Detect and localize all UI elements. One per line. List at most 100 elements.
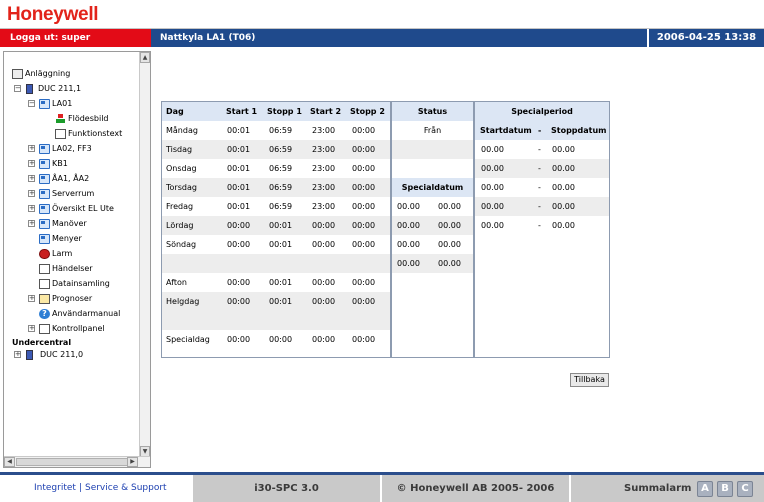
start2-cell[interactable]: 00:00	[312, 235, 335, 254]
tree-horizontal-scrollbar[interactable]: ◀ ▶	[4, 456, 150, 467]
stopp1-cell[interactable]: 00:00	[269, 330, 292, 349]
tree-item-handelser[interactable]: Händelser	[39, 263, 139, 275]
tree-item-menyer[interactable]: Menyer	[39, 233, 139, 245]
special-period-cell[interactable]: 00.00	[481, 140, 504, 159]
tree-item-kontrollpanel[interactable]: + Kontrollpanel	[28, 323, 138, 335]
start1-cell[interactable]: 00:00	[227, 273, 250, 292]
tree-item-serverrum[interactable]: + Serverrum	[28, 188, 138, 200]
start1-cell[interactable]: 00:01	[227, 159, 250, 178]
special-period-cell[interactable]: 00.00	[481, 216, 504, 235]
alarm-class-a-button[interactable]: A	[697, 481, 713, 497]
tree-item-duc-211-1[interactable]: − DUC 211,1	[14, 83, 134, 95]
start1-cell[interactable]: 00:01	[227, 121, 250, 140]
stopp1-cell[interactable]: 06:59	[269, 159, 292, 178]
start1-cell[interactable]: 00:00	[227, 216, 250, 235]
special-date-cell[interactable]: 00.00	[397, 216, 420, 235]
special-date-cell[interactable]: 00.00	[438, 235, 461, 254]
stopp1-cell[interactable]: 00:01	[269, 273, 292, 292]
logout-button[interactable]: Logga ut: super	[0, 29, 151, 47]
special-date-cell[interactable]: 00.00	[438, 254, 461, 273]
scroll-right-icon[interactable]: ▶	[127, 457, 138, 467]
expand-icon[interactable]: +	[28, 145, 35, 152]
collapse-icon[interactable]: −	[28, 100, 35, 107]
tree-item-la02-ff3[interactable]: + LA02, FF3	[28, 143, 138, 155]
special-date-cell[interactable]: 00.00	[397, 254, 420, 273]
collapse-icon[interactable]: −	[14, 85, 21, 92]
expand-icon[interactable]: +	[28, 190, 35, 197]
stopp2-cell[interactable]: 00:00	[352, 235, 375, 254]
tree-item-duc-211-0[interactable]: + DUC 211,0	[14, 349, 134, 361]
start1-cell[interactable]: 00:01	[227, 178, 250, 197]
service-support-link[interactable]: Service & Support	[85, 483, 167, 493]
integrity-link[interactable]: Integritet	[34, 483, 76, 493]
stopp2-cell[interactable]: 00:00	[352, 121, 375, 140]
stopp2-cell[interactable]: 00:00	[352, 292, 375, 311]
tree-item-flodesbild[interactable]: Flödesbild	[55, 113, 140, 125]
tree-item-oversikt-el-ute[interactable]: + Översikt EL Ute	[28, 203, 138, 215]
tree-item-aa1-aa2[interactable]: + ÅA1, ÅA2	[28, 173, 138, 185]
scroll-thumb[interactable]	[16, 458, 133, 466]
special-period-cell[interactable]: 00.00	[552, 216, 575, 235]
special-date-cell[interactable]: 00.00	[397, 235, 420, 254]
special-period-cell[interactable]: 00.00	[552, 140, 575, 159]
stopp2-cell[interactable]: 00:00	[352, 197, 375, 216]
stopp1-cell[interactable]: 06:59	[269, 197, 292, 216]
special-date-cell[interactable]: 00.00	[438, 216, 461, 235]
expand-icon[interactable]: +	[28, 175, 35, 182]
tree-item-manover[interactable]: + Manöver	[28, 218, 138, 230]
start2-cell[interactable]: 00:00	[312, 216, 335, 235]
stopp2-cell[interactable]: 00:00	[352, 159, 375, 178]
special-period-cell[interactable]: 00.00	[552, 197, 575, 216]
special-period-cell[interactable]: 00.00	[552, 178, 575, 197]
stopp1-cell[interactable]: 00:01	[269, 292, 292, 311]
tree-item-larm[interactable]: Larm	[39, 248, 139, 260]
expand-icon[interactable]: +	[28, 220, 35, 227]
expand-icon[interactable]: +	[28, 295, 35, 302]
tree-item-prognoser[interactable]: + Prognoser	[28, 293, 138, 305]
tree-item-root[interactable]: Anläggning	[12, 68, 132, 80]
tree-item-kb1[interactable]: + KB1	[28, 158, 138, 170]
start2-cell[interactable]: 00:00	[312, 273, 335, 292]
tree-vertical-scrollbar[interactable]: ▲ ▼	[139, 52, 150, 457]
tree-item-datainsamling[interactable]: Datainsamling	[39, 278, 139, 290]
expand-icon[interactable]: +	[28, 325, 35, 332]
start2-cell[interactable]: 23:00	[312, 178, 335, 197]
special-period-cell[interactable]: 00.00	[481, 197, 504, 216]
stopp2-cell[interactable]: 00:00	[352, 330, 375, 349]
stopp2-cell[interactable]: 00:00	[352, 273, 375, 292]
back-button[interactable]: Tillbaka	[570, 373, 609, 387]
alarm-class-b-button[interactable]: B	[717, 481, 733, 497]
alarm-class-c-button[interactable]: C	[737, 481, 753, 497]
special-period-cell[interactable]: 00.00	[481, 159, 504, 178]
stopp1-cell[interactable]: 06:59	[269, 178, 292, 197]
start1-cell[interactable]: 00:01	[227, 140, 250, 159]
stopp1-cell[interactable]: 00:01	[269, 216, 292, 235]
start1-cell[interactable]: 00:00	[227, 235, 250, 254]
tree-item-funktionstext[interactable]: Funktionstext	[55, 128, 140, 140]
tree-item-la01[interactable]: − LA01	[28, 98, 138, 110]
stopp1-cell[interactable]: 06:59	[269, 121, 292, 140]
stopp2-cell[interactable]: 00:00	[352, 140, 375, 159]
special-date-cell[interactable]: 00.00	[438, 197, 461, 216]
scroll-up-icon[interactable]: ▲	[140, 52, 150, 63]
stopp1-cell[interactable]: 00:01	[269, 235, 292, 254]
tree-item-anvandarmanual[interactable]: ? Användarmanual	[39, 308, 139, 320]
start2-cell[interactable]: 00:00	[312, 292, 335, 311]
special-date-cell[interactable]: 00.00	[397, 197, 420, 216]
stopp1-cell[interactable]: 06:59	[269, 140, 292, 159]
start1-cell[interactable]: 00:00	[227, 330, 250, 349]
special-period-cell[interactable]: 00.00	[552, 159, 575, 178]
stopp2-cell[interactable]: 00:00	[352, 216, 375, 235]
start2-cell[interactable]: 23:00	[312, 159, 335, 178]
start2-cell[interactable]: 23:00	[312, 121, 335, 140]
expand-icon[interactable]: +	[28, 205, 35, 212]
start1-cell[interactable]: 00:00	[227, 292, 250, 311]
start2-cell[interactable]: 00:00	[312, 330, 335, 349]
special-period-cell[interactable]: 00.00	[481, 178, 504, 197]
expand-icon[interactable]: +	[14, 351, 21, 358]
expand-icon[interactable]: +	[28, 160, 35, 167]
scroll-left-icon[interactable]: ◀	[4, 457, 15, 467]
stopp2-cell[interactable]: 00:00	[352, 178, 375, 197]
start2-cell[interactable]: 23:00	[312, 140, 335, 159]
start1-cell[interactable]: 00:01	[227, 197, 250, 216]
